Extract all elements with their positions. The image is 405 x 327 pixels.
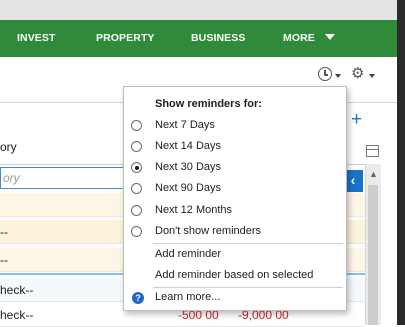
menu-item-label: Learn more... <box>155 291 221 303</box>
option-label: Next 30 Days <box>155 161 222 173</box>
adjacent-window-edge <box>397 0 405 325</box>
nav-more[interactable]: MORE <box>283 32 315 44</box>
help-icon: ? <box>132 292 144 304</box>
reminders-menu-title: Show reminders for: <box>155 98 262 110</box>
nav-business[interactable]: BUSINESS <box>191 32 245 44</box>
clock-hand-icon <box>324 74 328 76</box>
row-category: -- <box>0 225 8 239</box>
reminder-option-7-days[interactable]: Next 7 Days <box>124 116 346 137</box>
menu-item-label: Add reminder based on selected <box>155 269 314 281</box>
radio-button[interactable] <box>131 141 142 152</box>
row-category: heck-- <box>0 308 34 322</box>
menu-item-label: Add reminder <box>155 248 222 260</box>
radio-button[interactable] <box>131 183 142 194</box>
scroll-up-arrow-icon[interactable]: ▲ <box>369 169 378 179</box>
reminder-option-30-days[interactable]: Next 30 Days <box>124 158 346 179</box>
chevron-down-icon <box>369 74 375 78</box>
radio-button-selected[interactable] <box>131 162 142 173</box>
option-label: Next 7 Days <box>155 119 215 131</box>
reminders-button[interactable] <box>315 65 341 85</box>
menu-separator <box>153 243 343 244</box>
radio-button[interactable] <box>131 120 142 131</box>
option-label: Next 14 Days <box>155 140 222 152</box>
reminder-option-14-days[interactable]: Next 14 Days <box>124 137 346 158</box>
chevron-down-icon <box>335 74 341 78</box>
reminders-dropdown-menu: Show reminders for: Next 7 Days Next 14 … <box>123 86 347 311</box>
scrollbar-thumb[interactable] <box>368 185 378 325</box>
category-column-header[interactable]: ory <box>0 140 17 154</box>
nav-invest[interactable]: INVEST <box>17 32 56 44</box>
more-chevron-down-icon[interactable] <box>325 34 335 40</box>
option-label: Next 12 Months <box>155 204 233 216</box>
add-transaction-button[interactable]: + <box>351 110 362 129</box>
learn-more-item[interactable]: ? Learn more... <box>124 288 346 309</box>
calendar-icon[interactable] <box>366 145 379 157</box>
option-label: Don't show reminders <box>155 225 262 237</box>
radio-button[interactable] <box>131 205 142 216</box>
reminder-option-12-months[interactable]: Next 12 Months <box>124 201 346 222</box>
window-top-strip <box>0 0 405 20</box>
nav-property[interactable]: PROPERTY <box>96 32 155 44</box>
row-category: heck-- <box>0 283 34 297</box>
main-nav-bar: INVEST PROPERTY BUSINESS MORE <box>0 20 405 57</box>
add-reminder-item[interactable]: Add reminder <box>124 245 346 266</box>
row-category: -- <box>0 253 8 267</box>
reminder-option-dont-show[interactable]: Don't show reminders <box>124 222 346 243</box>
option-label: Next 90 Days <box>155 182 222 194</box>
reminder-option-90-days[interactable]: Next 90 Days <box>124 179 346 200</box>
gear-icon: ⚙ <box>351 65 365 82</box>
add-reminder-selected-item[interactable]: Add reminder based on selected <box>124 266 346 287</box>
settings-button[interactable]: ⚙ <box>351 65 379 85</box>
radio-button[interactable] <box>131 226 142 237</box>
